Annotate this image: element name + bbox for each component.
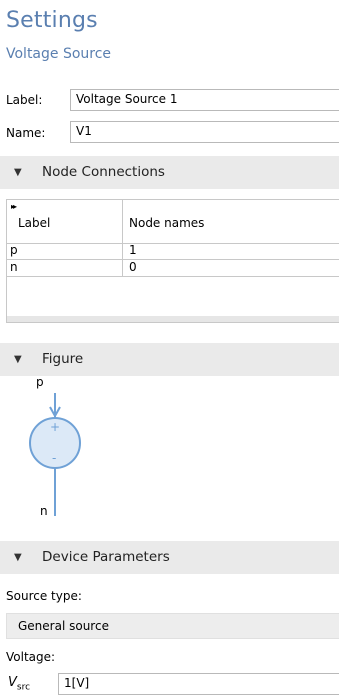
- section-node-connections[interactable]: ▼ Node Connections: [0, 156, 339, 189]
- section-title: Device Parameters: [42, 549, 170, 565]
- source-type-caption: Source type:: [6, 589, 82, 603]
- table-bottom-bar: [7, 316, 339, 322]
- section-title: Node Connections: [42, 164, 165, 180]
- source-type-select[interactable]: General source: [6, 613, 339, 639]
- section-title: Figure: [42, 351, 84, 367]
- figure-plus: +: [50, 420, 61, 434]
- page-title: Settings: [6, 8, 98, 33]
- row-label-cell: p: [7, 243, 123, 259]
- voltage-caption: Voltage:: [6, 650, 56, 664]
- label-input[interactable]: Voltage Source 1: [70, 89, 339, 111]
- node-connections-table: ▸▸ Label Node names p 1 n 0: [6, 199, 339, 323]
- section-figure[interactable]: ▼ Figure: [0, 343, 339, 376]
- table-row[interactable]: p 1: [7, 243, 339, 260]
- label-caption: Label:: [6, 93, 43, 107]
- section-device-parameters[interactable]: ▼ Device Parameters: [0, 541, 339, 574]
- row-node[interactable]: 0: [129, 260, 137, 274]
- table-header-label-cell[interactable]: ▸▸ Label: [7, 200, 123, 243]
- vsrc-symbol-sub: src: [16, 682, 31, 693]
- collapse-triangle-icon: ▼: [14, 167, 22, 178]
- name-caption: Name:: [6, 126, 46, 140]
- column-header-label: Label: [18, 216, 51, 230]
- row-label-cell: n: [7, 260, 123, 276]
- row-node[interactable]: 1: [129, 243, 137, 257]
- figure-minus: -: [52, 451, 57, 465]
- column-header-node-names[interactable]: Node names: [129, 216, 204, 230]
- source-type-value: General source: [18, 619, 109, 633]
- name-input[interactable]: V1: [70, 121, 339, 143]
- page-subtitle: Voltage Source: [6, 46, 112, 62]
- figure-top-node: p: [36, 375, 44, 389]
- voltage-input[interactable]: 1[V]: [58, 673, 339, 695]
- row-label: p: [10, 243, 18, 257]
- collapse-triangle-icon: ▼: [14, 354, 22, 365]
- table-row[interactable]: n 0: [7, 260, 339, 277]
- expand-columns-icon[interactable]: ▸▸: [11, 202, 17, 211]
- table-header: ▸▸ Label Node names: [7, 200, 339, 244]
- vsrc-symbol-main: V: [8, 675, 17, 690]
- vsrc-symbol: Vsrc: [8, 675, 30, 693]
- row-label: n: [10, 260, 18, 274]
- voltage-source-symbol-icon: [29, 393, 81, 516]
- figure-bottom-node: n: [40, 504, 48, 518]
- voltage-source-figure: p + - n: [0, 375, 120, 530]
- collapse-triangle-icon: ▼: [14, 552, 22, 563]
